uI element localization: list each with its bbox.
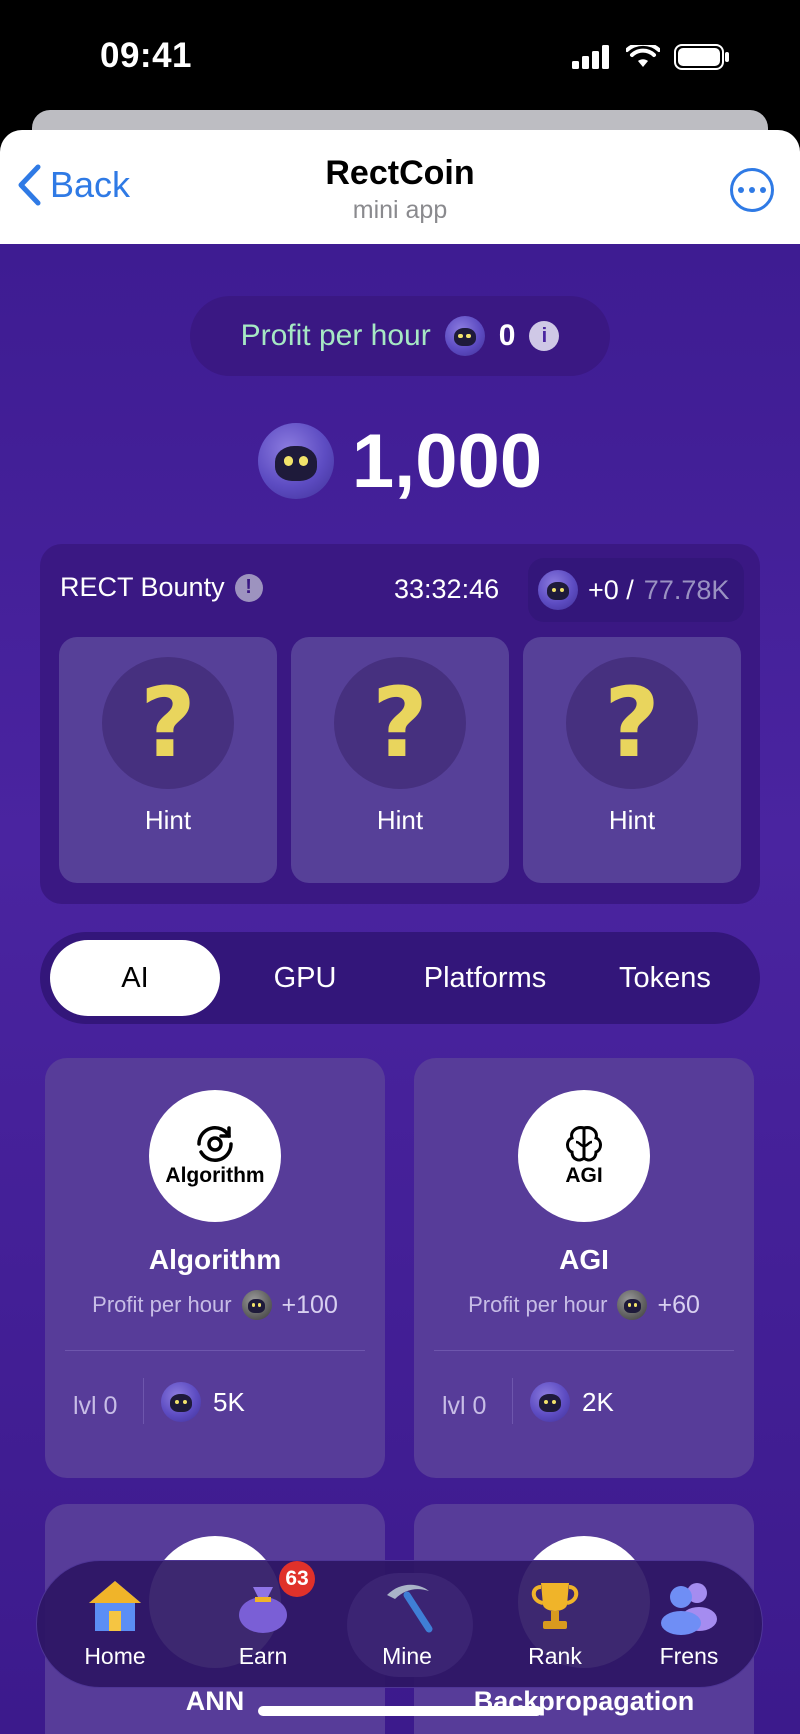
coin-icon bbox=[617, 1290, 648, 1320]
nav-label: Mine bbox=[382, 1643, 432, 1669]
battery-icon bbox=[674, 44, 729, 70]
bottom-nav: Home Earn 63 Mine Rank Frens bbox=[36, 1560, 763, 1688]
brain-icon: AGI bbox=[518, 1090, 650, 1222]
main-content: Profit per hour 0 i 1,000 RECT Bounty ! … bbox=[0, 244, 800, 1734]
hint-card[interactable]: ? Hint bbox=[59, 637, 277, 883]
refresh-eye-icon: Algorithm bbox=[149, 1090, 281, 1222]
nav-mine[interactable]: Mine bbox=[347, 1561, 473, 1689]
hint-label: Hint bbox=[608, 805, 656, 835]
card-cost-value: 5K bbox=[213, 1386, 245, 1417]
card-profit: Profit per hour +100 bbox=[45, 1290, 385, 1320]
bounty-title: RECT Bounty bbox=[60, 572, 225, 602]
nav-label: Home bbox=[84, 1643, 146, 1669]
coin-icon bbox=[161, 1382, 201, 1422]
notification-badge: 63 bbox=[279, 1561, 315, 1597]
hint-label: Hint bbox=[144, 805, 192, 835]
card-icon-caption: Algorithm bbox=[165, 1164, 265, 1187]
algorithm-glyph-icon bbox=[197, 1126, 233, 1162]
pickaxe-icon bbox=[347, 1577, 467, 1647]
question-mark-icon: ? bbox=[334, 657, 466, 789]
card-cost: 2K bbox=[530, 1382, 614, 1422]
upgrade-card-algorithm[interactable]: Algorithm Algorithm Profit per hour +100… bbox=[45, 1058, 385, 1478]
people-icon bbox=[629, 1577, 749, 1647]
nav-rank[interactable]: Rank bbox=[495, 1561, 615, 1689]
wifi-icon bbox=[626, 45, 660, 67]
status-time: 09:41 bbox=[100, 36, 193, 75]
nav-home[interactable]: Home bbox=[55, 1561, 175, 1689]
home-indicator bbox=[258, 1706, 542, 1716]
upgrade-card-agi[interactable]: AGI AGI Profit per hour +60 lvl 0 2K bbox=[414, 1058, 754, 1478]
tab-ai[interactable]: AI bbox=[50, 940, 220, 1016]
bounty-panel: RECT Bounty ! 33:32:46 +0 / 77.78K ? Hint… bbox=[40, 544, 760, 904]
tab-gpu[interactable]: GPU bbox=[220, 940, 390, 1016]
signal-icon bbox=[572, 45, 609, 69]
app-subtitle: mini app bbox=[352, 196, 448, 224]
status-bar: 09:41 bbox=[0, 0, 800, 110]
bounty-timer: 33:32:46 bbox=[394, 574, 500, 604]
nav-frens[interactable]: Frens bbox=[629, 1561, 749, 1689]
more-dot bbox=[760, 187, 766, 193]
exclamation-icon[interactable]: ! bbox=[234, 573, 263, 602]
info-icon[interactable]: i bbox=[529, 321, 560, 351]
card-name: Algorithm bbox=[148, 1244, 282, 1275]
nav-label: Frens bbox=[659, 1643, 719, 1669]
tab-tokens[interactable]: Tokens bbox=[580, 940, 750, 1016]
profit-per-hour-value: 0 bbox=[498, 319, 516, 352]
coin-icon bbox=[538, 570, 578, 610]
trophy-icon bbox=[495, 1577, 615, 1647]
bounty-reward: +0 / 77.78K bbox=[528, 558, 744, 622]
card-name: AGI bbox=[559, 1244, 609, 1275]
question-mark-icon: ? bbox=[566, 657, 698, 789]
profit-per-hour-pill[interactable]: Profit per hour 0 i bbox=[190, 296, 610, 376]
card-vertical-divider bbox=[143, 1378, 144, 1424]
bounty-reward-current: +0 / bbox=[588, 574, 634, 605]
more-dot bbox=[738, 187, 744, 193]
balance-value: 1,000 bbox=[351, 418, 543, 504]
brain-glyph-icon bbox=[566, 1126, 602, 1162]
coin-icon bbox=[257, 423, 334, 499]
card-level: lvl 0 bbox=[442, 1392, 487, 1420]
app-title: RectCoin bbox=[325, 154, 475, 192]
bounty-title-row: RECT Bounty ! bbox=[60, 572, 263, 603]
card-cost-value: 2K bbox=[582, 1386, 614, 1417]
card-level: lvl 0 bbox=[73, 1392, 118, 1420]
card-profit-label: Profit per hour bbox=[468, 1292, 608, 1317]
card-cost: 5K bbox=[161, 1382, 245, 1422]
tab-platforms[interactable]: Platforms bbox=[390, 940, 580, 1016]
nav-label: Rank bbox=[528, 1643, 582, 1669]
house-icon bbox=[55, 1577, 175, 1647]
card-divider bbox=[65, 1350, 365, 1351]
more-dot bbox=[749, 187, 755, 193]
hint-card[interactable]: ? Hint bbox=[291, 637, 509, 883]
coin-icon bbox=[241, 1290, 272, 1320]
card-vertical-divider bbox=[512, 1378, 513, 1424]
status-icons bbox=[572, 44, 730, 70]
card-icon-caption: AGI bbox=[565, 1164, 603, 1187]
card-profit-value: +60 bbox=[657, 1290, 700, 1319]
app-header: Back RectCoin mini app bbox=[0, 130, 800, 244]
bounty-reward-total: 77.78K bbox=[643, 574, 730, 605]
profit-per-hour-label: Profit per hour bbox=[240, 319, 431, 352]
hint-card[interactable]: ? Hint bbox=[523, 637, 741, 883]
category-tabs: AI GPU Platforms Tokens bbox=[40, 932, 760, 1024]
coin-icon bbox=[444, 316, 485, 356]
balance: 1,000 bbox=[0, 416, 800, 506]
card-profit: Profit per hour +60 bbox=[414, 1290, 754, 1320]
card-divider bbox=[434, 1350, 734, 1351]
card-profit-label: Profit per hour bbox=[92, 1292, 232, 1317]
coin-icon bbox=[530, 1382, 570, 1422]
nav-label: Earn bbox=[238, 1643, 288, 1669]
more-options-button[interactable] bbox=[730, 168, 774, 212]
card-profit-value: +100 bbox=[281, 1290, 338, 1319]
question-mark-icon: ? bbox=[102, 657, 234, 789]
hint-label: Hint bbox=[376, 805, 424, 835]
